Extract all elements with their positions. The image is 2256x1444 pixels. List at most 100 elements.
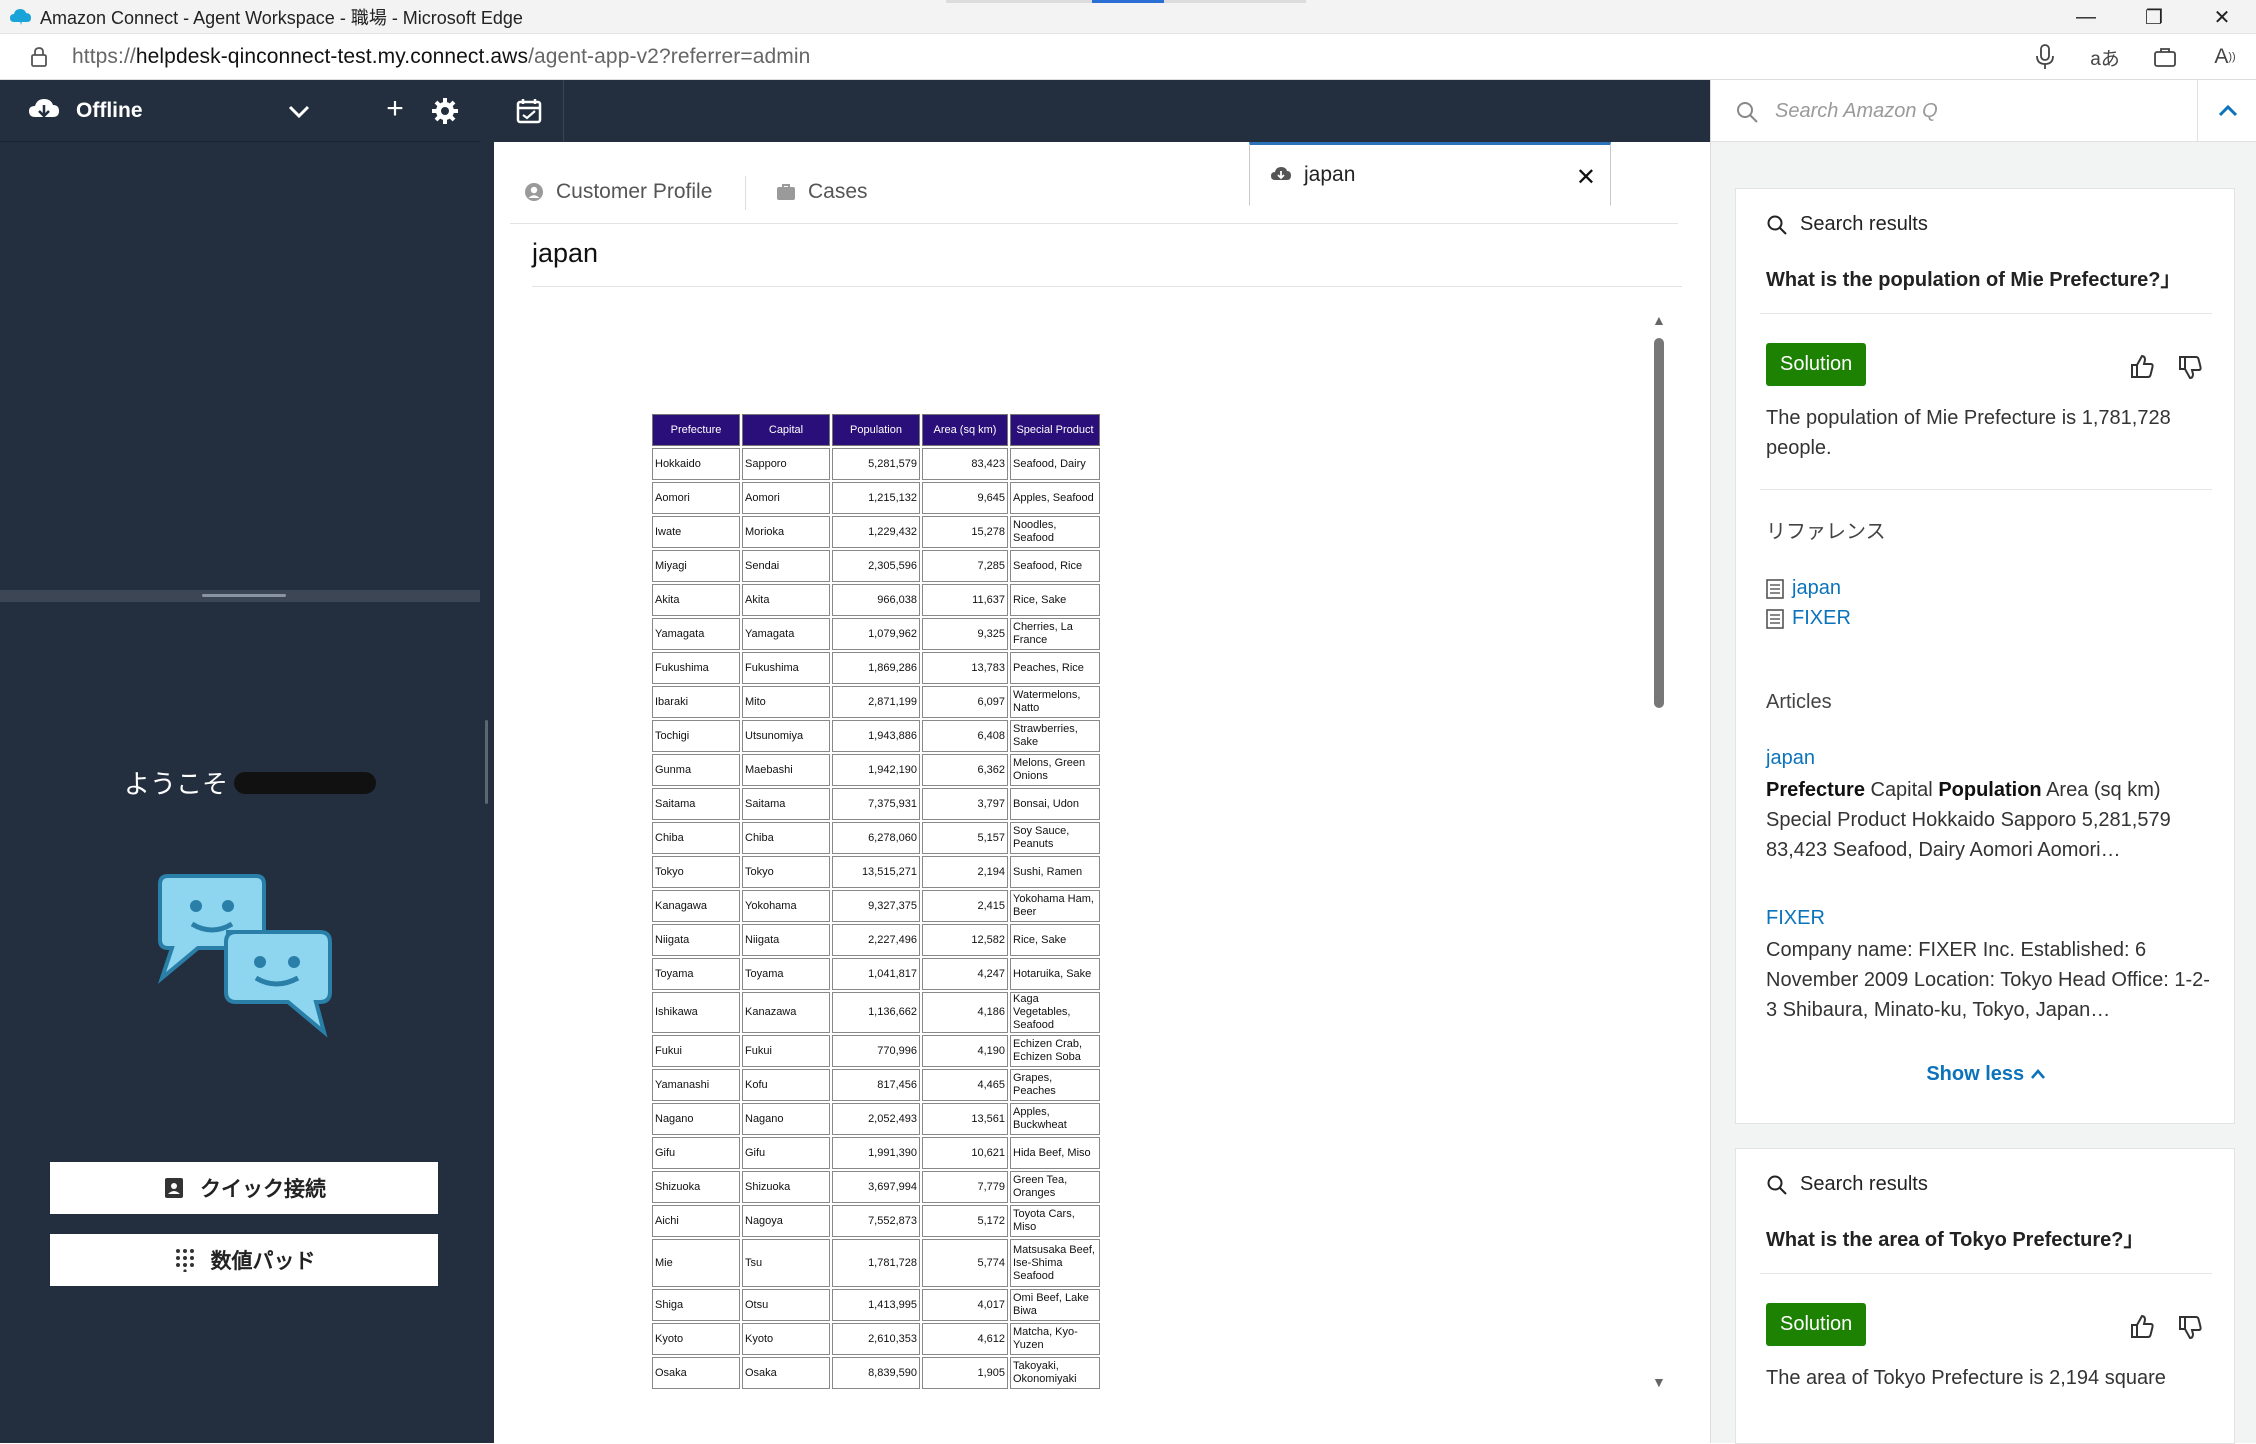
scroll-up-arrow-icon[interactable]: ▲ <box>1652 312 1666 328</box>
solution-answer: The population of Mie Prefecture is 1,78… <box>1766 407 2171 459</box>
show-less-button[interactable]: Show less <box>1736 1063 2236 1086</box>
table-cell: Shizuoka <box>652 1171 740 1203</box>
reference-link-japan[interactable]: japan <box>1766 577 1841 600</box>
table-cell: Apples, Buckwheat <box>1010 1103 1100 1135</box>
shopping-icon[interactable] <box>2150 42 2180 72</box>
table-row: Saitama Saitama 7,375,931 3,797 Bonsai, Udon <box>652 788 1100 820</box>
table-cell: 11,637 <box>922 584 1008 616</box>
collapse-panel-button[interactable] <box>2197 80 2256 142</box>
calendar-button[interactable] <box>494 80 564 142</box>
document-scrollbar[interactable] <box>1654 338 1664 708</box>
number-pad-button[interactable]: 数値パッド <box>50 1234 438 1286</box>
tab-customer-profile[interactable]: Customer Profile <box>510 160 746 224</box>
read-aloud-icon[interactable]: A)) <box>2210 42 2240 72</box>
table-cell: Gifu <box>742 1137 830 1169</box>
table-cell: 4,465 <box>922 1069 1008 1101</box>
table-cell: Takoyaki, Okonomiyaki <box>1010 1357 1100 1389</box>
minimize-button[interactable]: — <box>2052 0 2120 34</box>
table-row: Yamanashi Kofu 817,456 4,465 Grapes, Peaches <box>652 1069 1100 1101</box>
reference-link-fixer[interactable]: FIXER <box>1766 607 1851 630</box>
table-cell: 5,157 <box>922 822 1008 854</box>
table-row: Fukui Fukui 770,996 4,190 Echizen Crab, Echi… <box>652 1035 1100 1067</box>
table-cell: Gifu <box>652 1137 740 1169</box>
microphone-icon[interactable] <box>2030 42 2060 72</box>
table-cell: 6,097 <box>922 686 1008 718</box>
url-field[interactable]: https://helpdesk-qinconnect-test.my.conn… <box>72 45 810 69</box>
search-icon <box>1767 215 1787 235</box>
search-result-card: Search results What is the area of Tokyo… <box>1735 1148 2235 1444</box>
result-header: Search results <box>1766 213 1928 236</box>
thumbs-up-icon[interactable] <box>2128 353 2156 381</box>
table-cell: Nagano <box>742 1103 830 1135</box>
query-text: What is the area of Tokyo Prefecture?」 <box>1766 1229 2144 1251</box>
panel-resize-handle[interactable] <box>480 80 494 1443</box>
gear-icon[interactable] <box>430 96 460 126</box>
references-label: リファレンス <box>1766 521 1886 543</box>
address-bar: https://helpdesk-qinconnect-test.my.conn… <box>0 34 2256 80</box>
reference-label: FIXER <box>1792 607 1851 629</box>
table-cell: Noodles, Seafood <box>1010 516 1100 548</box>
document-icon <box>1766 578 1784 599</box>
thumbs-down-icon[interactable] <box>2176 1313 2204 1341</box>
welcome-label: ようこそ <box>124 769 229 799</box>
reference-label: japan <box>1792 577 1841 599</box>
translate-icon[interactable]: aあ <box>2090 42 2120 72</box>
article-link-fixer[interactable]: FIXER <box>1766 907 1825 930</box>
table-cell: 8,839,590 <box>832 1357 920 1389</box>
tab-japan[interactable]: japan ✕ <box>1249 142 1611 206</box>
table-cell: Kofu <box>742 1069 830 1101</box>
table-cell: 1,079,962 <box>832 618 920 650</box>
table-cell: Ishikawa <box>652 992 740 1033</box>
table-cell: Aichi <box>652 1205 740 1237</box>
table-cell: Fukushima <box>652 652 740 684</box>
table-cell: 6,362 <box>922 754 1008 786</box>
amazon-q-search-bar <box>1711 80 2256 142</box>
chevron-down-icon[interactable] <box>284 98 314 124</box>
table-cell: Akita <box>652 584 740 616</box>
thumbs-down-icon[interactable] <box>2176 353 2204 381</box>
redacted-agent-name <box>234 771 377 794</box>
table-cell: Niigata <box>742 924 830 956</box>
article-link-japan[interactable]: japan <box>1766 747 1815 770</box>
result-header: Search results <box>1766 1173 1928 1196</box>
table-cell: 4,186 <box>922 992 1008 1033</box>
tab-cases[interactable]: Cases <box>746 160 1002 224</box>
scroll-down-arrow-icon[interactable]: ▼ <box>1652 1374 1666 1390</box>
lock-icon[interactable] <box>28 46 50 68</box>
table-cell: Hokkaido <box>652 448 740 480</box>
table-cell: Chiba <box>742 822 830 854</box>
articles-label: Articles <box>1766 691 1832 713</box>
amazon-q-search-input[interactable] <box>1775 92 2185 130</box>
table-cell: 5,774 <box>922 1239 1008 1287</box>
calendar-icon <box>516 99 541 124</box>
divider <box>1760 313 2212 314</box>
pane-splitter[interactable] <box>0 590 480 602</box>
table-cell: Toyota Cars, Miso <box>1010 1205 1100 1237</box>
briefcase-icon <box>777 184 795 200</box>
welcome-message: ようこそ <box>124 764 377 801</box>
table-cell: Yamagata <box>742 618 830 650</box>
table-cell: Apples, Seafood <box>1010 482 1100 514</box>
workspace-tabs: Customer Profile Cases japan ✕ <box>510 142 1678 224</box>
table-cell: 4,190 <box>922 1035 1008 1067</box>
close-tab-icon[interactable]: ✕ <box>1576 163 1596 192</box>
chevron-up-icon <box>2218 104 2237 117</box>
restore-button[interactable]: ❐ <box>2120 0 2188 34</box>
table-row: Iwate Morioka 1,229,432 15,278 Noodles, Seaf… <box>652 516 1100 548</box>
table-cell: 7,552,873 <box>832 1205 920 1237</box>
add-icon[interactable]: + <box>380 94 410 124</box>
quick-connect-button[interactable]: クイック接続 <box>50 1162 438 1214</box>
thumbs-up-icon[interactable] <box>2128 1313 2156 1341</box>
table-cell: Yokohama Ham, Beer <box>1010 890 1100 922</box>
close-window-button[interactable]: ✕ <box>2188 0 2256 34</box>
table-cell: Peaches, Rice <box>1010 652 1100 684</box>
table-cell: 2,415 <box>922 890 1008 922</box>
table-cell: Sendai <box>742 550 830 582</box>
table-cell: 1,942,190 <box>832 754 920 786</box>
table-cell: 10,621 <box>922 1137 1008 1169</box>
table-row: Mie Tsu 1,781,728 5,774 Matsusaka Beef, Ise-… <box>652 1239 1100 1287</box>
solution-answer: The area of Tokyo Prefecture is 2,194 sq… <box>1766 1367 2166 1389</box>
table-cell: 5,281,579 <box>832 448 920 480</box>
table-row: Osaka Osaka 8,839,590 1,905 Takoyaki, Okonom… <box>652 1357 1100 1389</box>
table-row: Niigata Niigata 2,227,496 12,582 Rice, Sake <box>652 924 1100 956</box>
